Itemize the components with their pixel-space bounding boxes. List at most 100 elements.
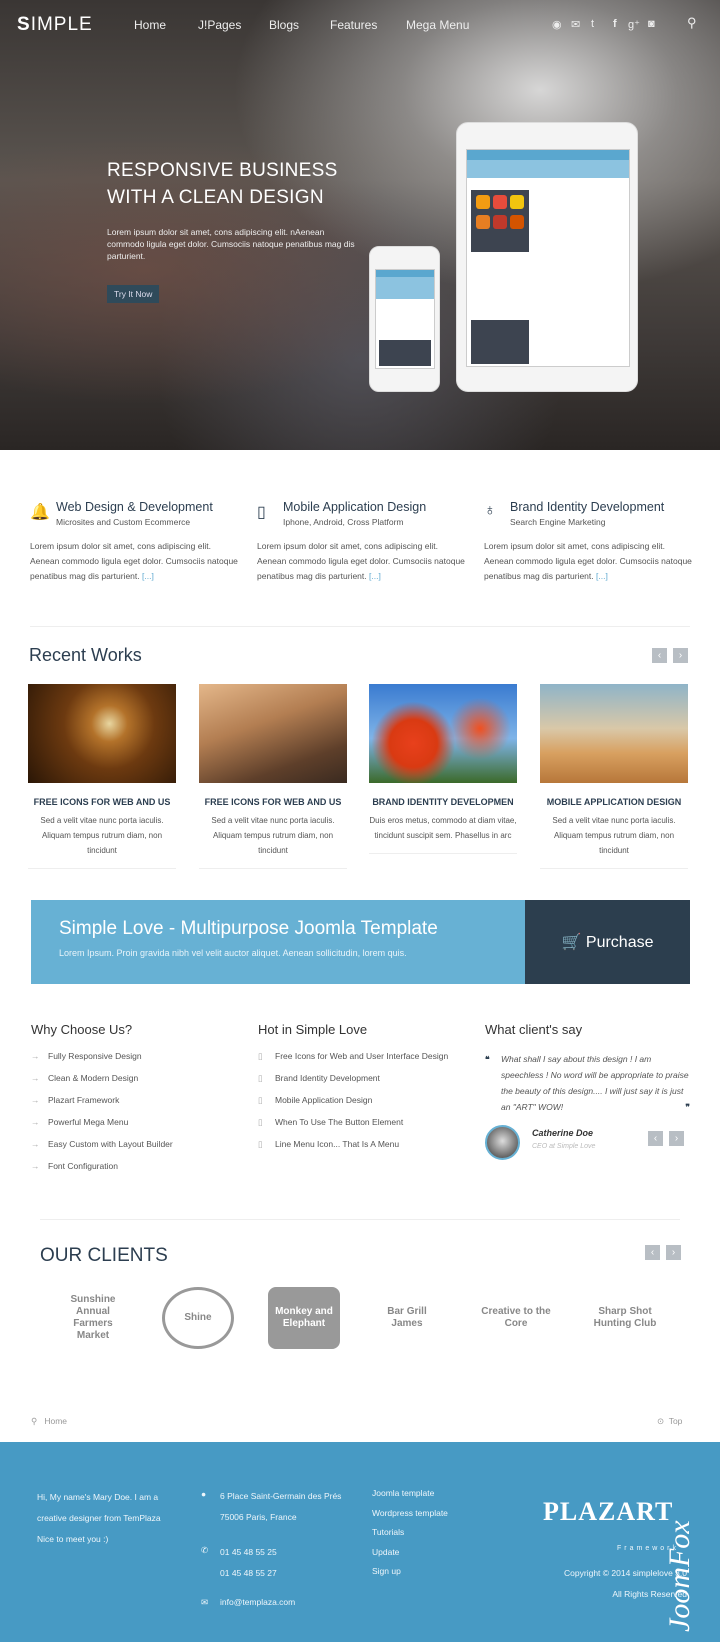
feature-subtitle: Search Engine Marketing	[510, 517, 606, 527]
client-logo[interactable]: Bar Grill James	[371, 1287, 443, 1349]
google-plus-icon[interactable]: g⁺	[628, 18, 640, 31]
client-logo[interactable]: Monkey and Elephant	[268, 1287, 340, 1349]
footer-about: Hi, My name's Mary Doe. I am a creative …	[37, 1492, 161, 1544]
rss-icon[interactable]: ◉	[552, 18, 562, 31]
arrow-right-icon: →	[31, 1095, 40, 1105]
cart-icon: 🛒	[561, 934, 582, 951]
work-title[interactable]: FREE ICONS FOR WEB AND US	[199, 797, 347, 807]
arrow-right-icon: →	[31, 1073, 40, 1083]
feature-text: Lorem ipsum dolor sit amet, cons adipisc…	[30, 541, 238, 581]
testimonial-quote: ❝ What shall I say about this design ! I …	[485, 1051, 690, 1115]
read-more-link[interactable]: [...]	[369, 571, 381, 581]
search-icon[interactable]: ⚲	[687, 15, 697, 31]
breadcrumb: ⚲ Home	[31, 1416, 67, 1427]
footer-email[interactable]: info@templaza.com	[220, 1594, 295, 1610]
hot-item[interactable]: ▯ Line Menu Icon... That Is A Menu	[258, 1139, 473, 1161]
work-item[interactable]: BRAND IDENTITY DEVELOPMEN Duis eros metus…	[369, 684, 517, 854]
feature-title: Web Design & Development	[56, 500, 213, 514]
read-more-link[interactable]: [...]	[596, 571, 608, 581]
clients-prev-button[interactable]: ‹	[645, 1245, 660, 1260]
work-title[interactable]: BRAND IDENTITY DEVELOPMEN	[369, 797, 517, 807]
recent-prev-button[interactable]: ‹	[652, 648, 667, 663]
why-item-label: Powerful Mega Menu	[48, 1117, 129, 1127]
avatar	[485, 1125, 520, 1160]
nav-home[interactable]: Home	[134, 18, 166, 32]
bell-icon: 🔔	[30, 504, 50, 521]
footer-link[interactable]: Sign up	[372, 1562, 448, 1582]
breadcrumb-home[interactable]: Home	[44, 1416, 67, 1426]
recent-works-title: Recent Works	[29, 645, 142, 665]
arrow-right-icon: →	[31, 1161, 40, 1171]
hot-item-label: Free Icons for Web and User Interface De…	[275, 1051, 449, 1061]
hot-item[interactable]: ▯ When To Use The Button Element	[258, 1117, 473, 1139]
arrow-right-icon: →	[31, 1117, 40, 1127]
document-icon: ▯	[258, 1117, 263, 1127]
footer-address: 6 Place Saint-Germain des Prés 75006 Pari…	[220, 1491, 342, 1522]
map-marker-icon: ●	[201, 1489, 207, 1499]
why-choose-us: Why Choose Us? → Fully Responsive Design →…	[31, 1022, 246, 1183]
joomfox-watermark: JoomFox	[663, 1520, 696, 1632]
footer-link[interactable]: Tutorials	[372, 1523, 448, 1543]
quote-close-icon: ❞	[685, 1102, 690, 1112]
why-item[interactable]: → Font Configuration	[31, 1161, 246, 1183]
clients-next-button[interactable]: ›	[666, 1245, 681, 1260]
why-item[interactable]: → Powerful Mega Menu	[31, 1117, 246, 1139]
client-logo[interactable]: Creative to the Core	[480, 1287, 552, 1349]
site-logo[interactable]: SIMPLE	[17, 14, 93, 36]
client-logo[interactable]: Sunshine Annual Farmers Market	[57, 1287, 129, 1349]
work-item[interactable]: FREE ICONS FOR WEB AND US Sed a velit vit…	[28, 684, 176, 869]
arrow-up-circle-icon: ⊙	[657, 1416, 665, 1426]
hot-item-label: Line Menu Icon... That Is A Menu	[275, 1139, 400, 1149]
work-image[interactable]	[540, 684, 688, 783]
nav-mega-menu[interactable]: Mega Menu	[406, 18, 469, 32]
document-icon: ▯	[258, 1073, 263, 1083]
feature-title: Mobile Application Design	[283, 500, 427, 514]
footer-link[interactable]: Joomla template	[372, 1484, 448, 1504]
phone-mockup	[369, 246, 440, 392]
work-item[interactable]: MOBILE APPLICATION DESIGN Sed a velit vit…	[540, 684, 688, 869]
why-item[interactable]: → Fully Responsive Design	[31, 1051, 246, 1073]
recent-next-button[interactable]: ›	[673, 648, 688, 663]
hot-item-label: When To Use The Button Element	[275, 1117, 404, 1127]
document-icon: ▯	[258, 1051, 263, 1061]
feature-brand-identity: ♁ Brand Identity Development Search Engi…	[484, 500, 694, 584]
divider	[40, 1219, 680, 1220]
footer-link[interactable]: Update	[372, 1543, 448, 1563]
hot-item[interactable]: ▯ Free Icons for Web and User Interface D…	[258, 1051, 473, 1073]
client-logo[interactable]: Shine	[162, 1287, 234, 1349]
document-icon: ▯	[258, 1139, 263, 1149]
work-title[interactable]: FREE ICONS FOR WEB AND US	[28, 797, 176, 807]
footer-link[interactable]: Wordpress template	[372, 1504, 448, 1524]
why-item[interactable]: → Easy Custom with Layout Builder	[31, 1139, 246, 1161]
why-item[interactable]: → Plazart Framework	[31, 1095, 246, 1117]
section-title: Hot in Simple Love	[258, 1022, 368, 1037]
facebook-icon[interactable]: f	[613, 18, 617, 30]
hot-item-label: Brand Identity Development	[275, 1073, 380, 1083]
envelope-icon[interactable]: ✉	[571, 18, 580, 31]
try-it-now-button[interactable]: Try It Now	[107, 285, 160, 303]
nav-jpages[interactable]: J!Pages	[198, 18, 241, 32]
hero-title: RESPONSIVE BUSINESS WITH A CLEAN DESIGN	[107, 160, 338, 208]
testimonial-next-button[interactable]: ›	[669, 1131, 684, 1146]
nav-features[interactable]: Features	[330, 18, 377, 32]
purchase-button[interactable]: 🛒 Purchase	[525, 900, 690, 984]
why-item-label: Font Configuration	[48, 1161, 118, 1171]
hot-item[interactable]: ▯ Mobile Application Design	[258, 1095, 473, 1117]
promo-title: Simple Love - Multipurpose Joomla Templa…	[59, 918, 438, 939]
hot-item[interactable]: ▯ Brand Identity Development	[258, 1073, 473, 1095]
client-role: CEO at Simple Love	[532, 1143, 596, 1150]
why-item[interactable]: → Clean & Modern Design	[31, 1073, 246, 1095]
client-logo[interactable]: Sharp Shot Hunting Club	[589, 1287, 661, 1349]
work-image[interactable]	[369, 684, 517, 783]
github-icon[interactable]: ◙	[648, 18, 655, 30]
work-image[interactable]	[28, 684, 176, 783]
work-image[interactable]	[199, 684, 347, 783]
work-item[interactable]: FREE ICONS FOR WEB AND US Sed a velit vit…	[199, 684, 347, 869]
twitter-icon[interactable]: t	[591, 18, 594, 30]
work-title[interactable]: MOBILE APPLICATION DESIGN	[540, 797, 688, 807]
nav-blogs[interactable]: Blogs	[269, 18, 299, 32]
read-more-link[interactable]: [...]	[142, 571, 154, 581]
feature-subtitle: Microsites and Custom Ecommerce	[56, 517, 191, 527]
document-icon: ▯	[258, 1095, 263, 1105]
testimonial-prev-button[interactable]: ‹	[648, 1131, 663, 1146]
